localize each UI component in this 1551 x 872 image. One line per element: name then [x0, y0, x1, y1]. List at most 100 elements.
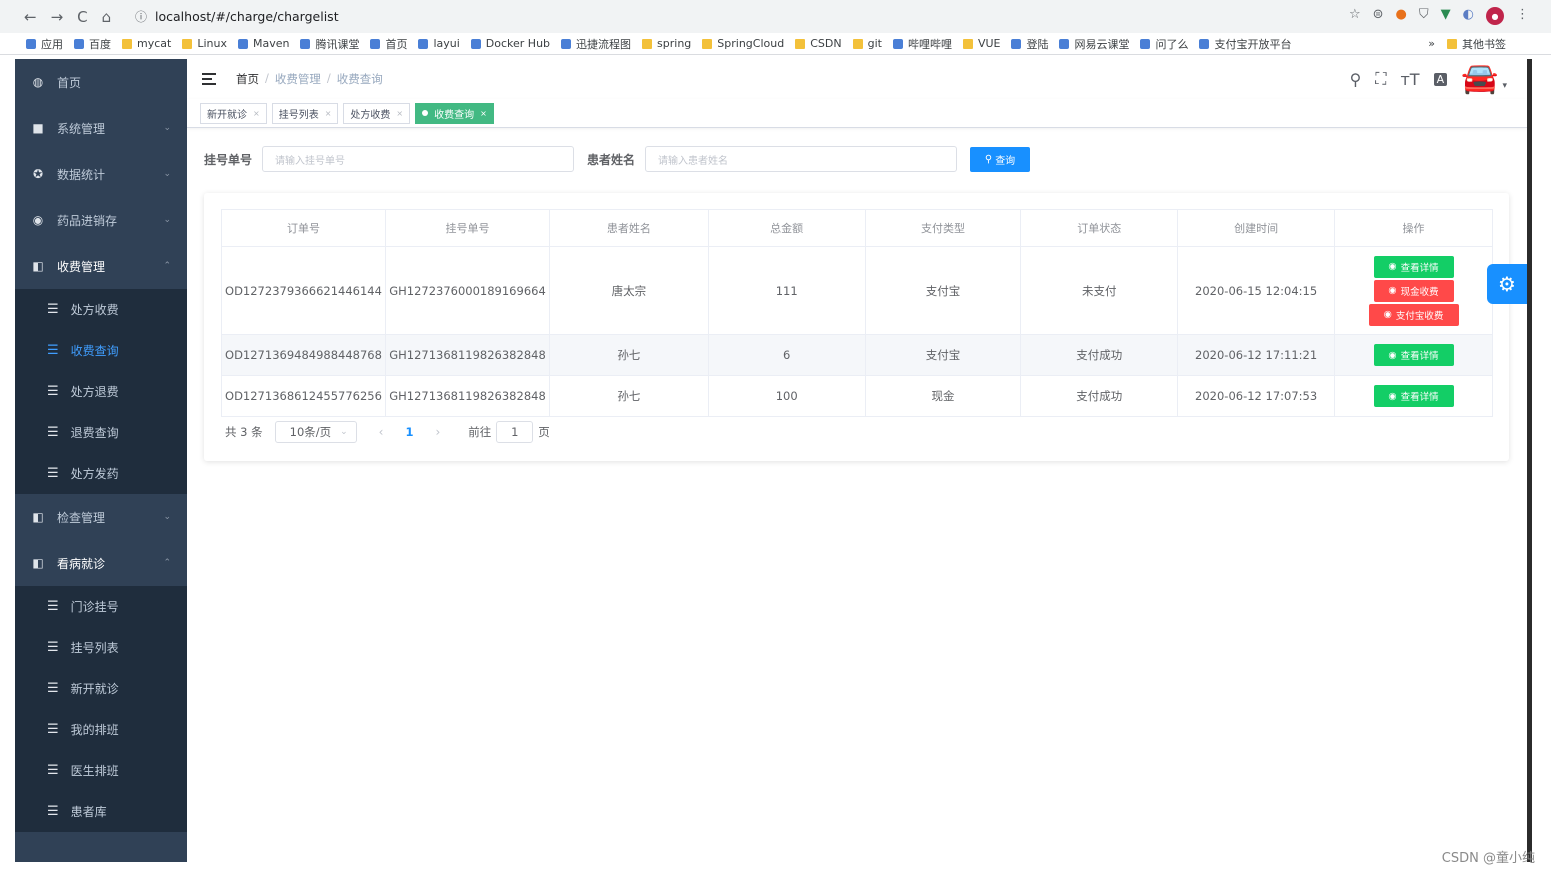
bookmark-item[interactable]: 迅捷流程图: [561, 36, 631, 52]
bookmark-item[interactable]: 腾讯课堂: [300, 36, 359, 52]
list-icon: ☰: [47, 343, 59, 358]
tag-0[interactable]: 新开就诊 ×: [200, 102, 267, 124]
settings-button[interactable]: ⚙: [1487, 264, 1527, 304]
next-page-icon[interactable]: ›: [435, 425, 440, 439]
reload-icon[interactable]: C: [77, 8, 87, 26]
bookmark-item[interactable]: layui: [418, 37, 460, 50]
extension-icon[interactable]: ◐: [1463, 7, 1474, 25]
cash-charge-button[interactable]: ◉ 现金收费: [1373, 279, 1454, 302]
sidebar-subitem[interactable]: ☰ 处方发药: [15, 453, 187, 494]
bookmark-icon: [852, 38, 863, 49]
bookmark-item[interactable]: Maven: [237, 37, 289, 50]
bookmark-icon: [1059, 38, 1070, 49]
menu-icon[interactable]: ⋮: [1516, 7, 1529, 25]
sidebar-item[interactable]: ◧ 收费管理 ⌃: [15, 243, 187, 289]
amount-cell: 6: [707, 334, 866, 376]
bookmark-item[interactable]: 应用: [26, 36, 63, 52]
bookmark-item[interactable]: spring: [642, 37, 691, 50]
bookmark-item[interactable]: VUE: [962, 37, 1000, 50]
bookmark-item[interactable]: Linux: [182, 37, 227, 50]
sidebar-subitem[interactable]: ☰ 医生排班: [15, 750, 187, 791]
vue-devtools-icon[interactable]: ▼: [1441, 7, 1451, 25]
browser-toolbar: ← → C ⌂ ⓘ localhost/#/charge/chargelist …: [0, 0, 1551, 33]
sidebar-subitem[interactable]: ☰ 收费查询: [15, 330, 187, 371]
close-icon[interactable]: ×: [253, 109, 260, 118]
bookmark-icon: [702, 38, 713, 49]
bookmark-item[interactable]: 问了么: [1140, 36, 1188, 52]
font-size-icon[interactable]: ᴛT: [1400, 70, 1419, 89]
chrome-icon[interactable]: ●: [1396, 7, 1407, 25]
gear-icon: ⚙: [1498, 272, 1516, 296]
caret-down-icon[interactable]: ▾: [1502, 81, 1507, 91]
bookmark-item[interactable]: Docker Hub: [470, 37, 550, 50]
tag-3[interactable]: 收费查询 ×: [415, 102, 494, 124]
folder-icon: [1447, 38, 1457, 49]
bookmark-item[interactable]: 百度: [74, 36, 111, 52]
tag-2[interactable]: 处方收费 ×: [343, 102, 411, 124]
language-icon[interactable]: A: [1433, 72, 1448, 86]
view-detail-button[interactable]: ◉ 查看详情: [1373, 385, 1454, 407]
close-icon[interactable]: ×: [396, 109, 403, 118]
bookmark-item[interactable]: 登陆: [1011, 36, 1048, 52]
view-detail-button[interactable]: ◉ 查看详情: [1373, 255, 1454, 278]
goto-label: 前往: [468, 425, 492, 439]
status-cell: 未支付: [1020, 246, 1179, 335]
sidebar-subitem[interactable]: ☰ 新开就诊: [15, 668, 187, 709]
more-bookmarks-icon[interactable]: »: [1428, 37, 1435, 50]
address-bar[interactable]: ⓘ localhost/#/charge/chargelist: [135, 4, 1315, 29]
search-icon[interactable]: ⚲: [1350, 70, 1362, 89]
reg-no-cell: GH1272376000189169664: [384, 246, 550, 335]
bookmark-item[interactable]: CSDN: [795, 37, 842, 50]
prev-page-icon[interactable]: ‹: [379, 425, 384, 439]
page-size-select[interactable]: 10条/页 ⌄: [274, 421, 357, 443]
info-icon[interactable]: ⓘ: [135, 8, 147, 25]
sidebar-item[interactable]: ✪ 数据统计 ⌄: [15, 151, 187, 197]
fullscreen-icon[interactable]: ⛶: [1375, 69, 1386, 89]
hamburger-icon[interactable]: [202, 73, 218, 85]
sidebar-subitem[interactable]: ☰ 处方退费: [15, 371, 187, 412]
eye-icon: ◉: [32, 213, 44, 227]
sidebar-subitem[interactable]: ☰ 门诊挂号: [15, 586, 187, 627]
list-icon: ☰: [47, 599, 59, 614]
eye-icon: ◉: [1383, 309, 1392, 320]
close-icon[interactable]: ×: [325, 109, 332, 118]
close-icon[interactable]: ×: [480, 109, 487, 118]
star-icon[interactable]: ☆: [1349, 7, 1361, 25]
sidebar-item[interactable]: ■ 系统管理 ⌄: [15, 105, 187, 151]
bookmark-item[interactable]: mycat: [122, 37, 171, 50]
alipay-charge-button[interactable]: ◉ 支付宝收费: [1368, 303, 1459, 326]
sidebar-subitem[interactable]: ☰ 患者库: [15, 791, 187, 832]
sidebar-item[interactable]: ◉ 药品进销存 ⌄: [15, 197, 187, 243]
sidebar-subitem[interactable]: ☰ 挂号列表: [15, 627, 187, 668]
other-bookmarks[interactable]: 其他书签: [1447, 36, 1506, 52]
col-header: 订单号: [221, 209, 386, 247]
sidebar-subitem[interactable]: ☰ 我的排班: [15, 709, 187, 750]
sidebar-item[interactable]: ◍ 首页: [15, 59, 187, 105]
sidebar-item[interactable]: ◧ 看病就诊 ⌃: [15, 540, 187, 586]
shield-icon[interactable]: ⛉: [1419, 7, 1429, 25]
bookmark-item[interactable]: 哔哩哔哩: [892, 36, 952, 52]
back-icon[interactable]: ←: [24, 8, 37, 26]
sidebar-subitem[interactable]: ☰ 处方收费: [15, 289, 187, 330]
sidebar-item[interactable]: ◧ 检查管理 ⌄: [15, 494, 187, 540]
sidebar-subitem[interactable]: ☰ 退费查询: [15, 412, 187, 453]
home-icon[interactable]: ⌂: [102, 8, 112, 26]
bookmark-item[interactable]: 网易云课堂: [1059, 36, 1129, 52]
page-number[interactable]: 1: [405, 425, 413, 439]
page-jumper-input[interactable]: 1: [496, 421, 534, 443]
view-detail-button[interactable]: ◉ 查看详情: [1373, 344, 1454, 366]
patient-name-input[interactable]: 请输入患者姓名: [645, 146, 958, 172]
tag-1[interactable]: 挂号列表 ×: [271, 102, 339, 124]
extension-icon[interactable]: ⊜: [1373, 7, 1384, 25]
created-time-cell: 2020-06-12 17:11:21: [1177, 334, 1336, 376]
breadcrumb-item[interactable]: 首页: [236, 71, 259, 87]
forward-icon[interactable]: →: [51, 8, 64, 26]
bookmark-item[interactable]: SpringCloud: [702, 37, 784, 50]
bookmark-item[interactable]: 支付宝开放平台: [1199, 36, 1291, 52]
user-avatar[interactable]: 🚘: [1461, 64, 1498, 94]
bookmark-item[interactable]: 首页: [370, 36, 407, 52]
bookmark-item[interactable]: git: [852, 37, 882, 50]
query-button[interactable]: ⚲ 查询: [970, 146, 1031, 172]
profile-avatar[interactable]: ●: [1486, 7, 1504, 25]
reg-no-input[interactable]: 请输入挂号单号: [262, 146, 575, 172]
